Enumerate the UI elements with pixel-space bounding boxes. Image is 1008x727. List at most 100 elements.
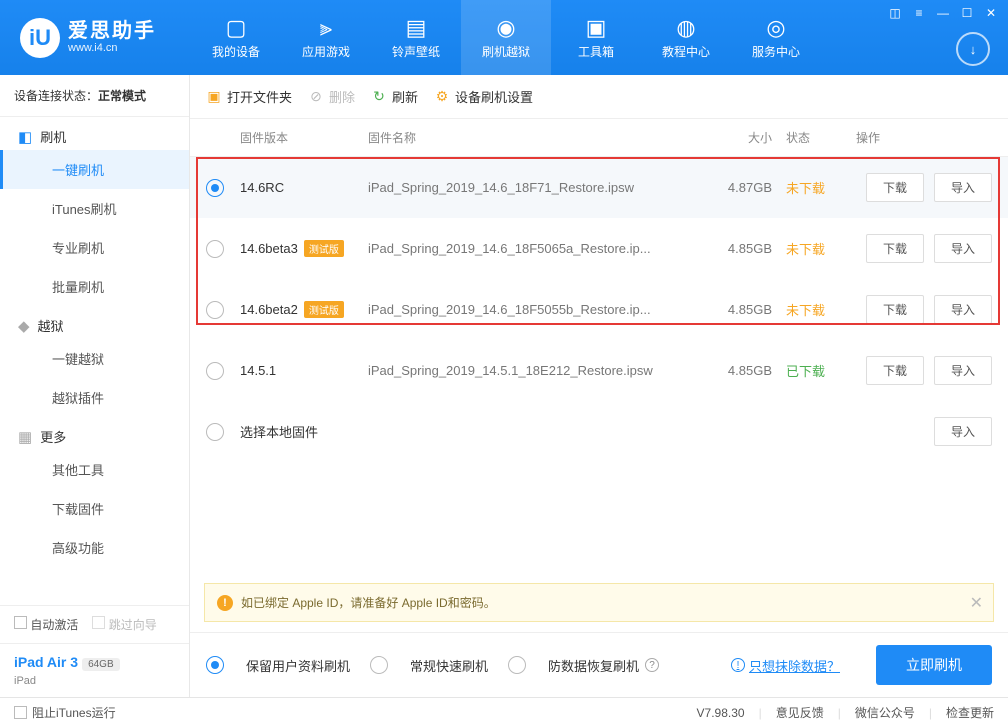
sidebar-item-other-tools[interactable]: 其他工具 [0, 450, 189, 489]
sidebar-group-jailbreak[interactable]: ◆越狱 [0, 306, 189, 339]
apple-id-notice: ! 如已绑定 Apple ID，请准备好 Apple ID和密码。 ✕ [204, 583, 994, 622]
table-row[interactable]: 14.6beta2测试版iPad_Spring_2019_14.6_18F505… [190, 279, 1008, 340]
sidebar-item-itunes-flash[interactable]: iTunes刷机 [0, 189, 189, 228]
flash-settings-button[interactable]: ⚙设备刷机设置 [434, 87, 533, 106]
row-ops: 下载导入 [842, 356, 992, 385]
nav-service[interactable]: ◎服务中心 [731, 0, 821, 75]
erase-data-link[interactable]: !只想抹除数据？ [731, 656, 840, 675]
table-row[interactable]: 14.6RCiPad_Spring_2019_14.6_18F71_Restor… [190, 157, 1008, 218]
nav-my-device[interactable]: ▢我的设备 [191, 0, 281, 75]
option-normal-flash[interactable]: 常规快速刷机 [370, 656, 488, 675]
nav-ringtones[interactable]: ▤铃声壁纸 [371, 0, 461, 75]
row-radio[interactable] [206, 362, 224, 380]
maximize-icon[interactable]: ☐ [958, 4, 976, 22]
window-controls: ◫ ≡ — ☐ ✕ [886, 4, 1000, 22]
sidebar-group-more[interactable]: ▦更多 [0, 417, 189, 450]
import-button[interactable]: 导入 [934, 295, 992, 324]
firmware-size: 4.87GB [702, 180, 772, 195]
firmware-name: iPad_Spring_2019_14.6_18F5055b_Restore.i… [368, 302, 702, 317]
table-header: 固件版本 固件名称 大小 状态 操作 [190, 119, 1008, 157]
col-version: 固件版本 [240, 129, 368, 146]
app-logo: iU 爱思助手 www.i4.cn [0, 18, 176, 58]
import-button[interactable]: 导入 [934, 356, 992, 385]
download-button[interactable]: 下载 [866, 173, 924, 202]
radio-icon [370, 656, 388, 674]
flash-icon: ◧ [18, 128, 32, 146]
help-icon[interactable]: ? [645, 658, 659, 672]
download-button[interactable]: 下载 [866, 234, 924, 263]
row-ops: 下载导入 [842, 234, 992, 263]
music-icon: ▤ [406, 15, 427, 41]
sidebar-item-download-firmware[interactable]: 下载固件 [0, 489, 189, 528]
close-icon[interactable]: ✕ [982, 4, 1000, 22]
open-folder-button[interactable]: ▣打开文件夹 [206, 87, 292, 106]
firmware-status: 已下载 [772, 361, 842, 380]
firmware-name: iPad_Spring_2019_14.5.1_18E212_Restore.i… [368, 363, 702, 378]
status-bar: 阻止iTunes运行 V7.98.30| 意见反馈| 微信公众号| 检查更新 [0, 697, 1008, 727]
option-anti-recovery[interactable]: 防数据恢复刷机? [508, 656, 659, 675]
minimize-icon[interactable]: — [934, 4, 952, 22]
shield-icon: ◉ [496, 15, 515, 41]
more-icon: ▦ [18, 428, 32, 446]
row-radio[interactable] [206, 240, 224, 258]
version-label: V7.98.30 [697, 706, 745, 720]
row-radio[interactable] [206, 301, 224, 319]
row-radio[interactable] [206, 179, 224, 197]
warning-icon: ! [217, 595, 233, 611]
nav-toolbox[interactable]: ▣工具箱 [551, 0, 641, 75]
device-name: iPad Air 3 [14, 654, 78, 670]
option-keep-data[interactable]: 保留用户资料刷机 [206, 656, 350, 675]
auto-activate-checkbox[interactable]: 自动激活 [14, 616, 78, 633]
sidebar-item-advanced[interactable]: 高级功能 [0, 528, 189, 567]
connection-status: 设备连接状态：正常模式 [0, 75, 189, 117]
firmware-name: iPad_Spring_2019_14.6_18F71_Restore.ipsw [368, 180, 702, 195]
row-radio[interactable] [206, 423, 224, 441]
firmware-status: 未下载 [772, 178, 842, 197]
feedback-link[interactable]: 意见反馈 [776, 704, 824, 721]
nav-flash[interactable]: ◉刷机越狱 [461, 0, 551, 75]
table-row[interactable]: 14.5.1iPad_Spring_2019_14.5.1_18E212_Res… [190, 340, 1008, 401]
block-itunes-checkbox[interactable]: 阻止iTunes运行 [14, 704, 116, 721]
download-button[interactable]: 下载 [866, 356, 924, 385]
skin-icon[interactable]: ◫ [886, 4, 904, 22]
folder-icon: ▣ [206, 89, 222, 105]
nav-tutorials[interactable]: ◍教程中心 [641, 0, 731, 75]
table-row[interactable]: 选择本地固件导入 [190, 401, 1008, 462]
logo-icon: iU [20, 18, 60, 58]
download-progress-icon[interactable]: ↓ [956, 32, 990, 66]
sidebar-item-oneclick-jb[interactable]: 一键越狱 [0, 339, 189, 378]
delete-button[interactable]: ⊘删除 [308, 87, 355, 106]
phone-icon: ▢ [226, 15, 247, 41]
row-ops: 下载导入 [842, 295, 992, 324]
row-ops: 下载导入 [842, 173, 992, 202]
radio-icon [206, 656, 224, 674]
sidebar-group-flash[interactable]: ◧刷机 [0, 117, 189, 150]
apps-icon: ⫸ [320, 15, 332, 41]
refresh-icon: ↻ [371, 89, 387, 105]
sidebar-item-jb-plugins[interactable]: 越狱插件 [0, 378, 189, 417]
skip-guide-checkbox[interactable]: 跳过向导 [92, 616, 156, 633]
notice-text: 如已绑定 Apple ID，请准备好 Apple ID和密码。 [241, 594, 496, 611]
import-button[interactable]: 导入 [934, 417, 992, 446]
check-update-link[interactable]: 检查更新 [946, 704, 994, 721]
sidebar-item-oneclick-flash[interactable]: 一键刷机 [0, 150, 189, 189]
refresh-button[interactable]: ↻刷新 [371, 87, 418, 106]
import-button[interactable]: 导入 [934, 234, 992, 263]
storage-badge: 64GB [82, 658, 120, 671]
wechat-link[interactable]: 微信公众号 [855, 704, 915, 721]
firmware-name: iPad_Spring_2019_14.6_18F5065a_Restore.i… [368, 241, 702, 256]
toolbar: ▣打开文件夹 ⊘删除 ↻刷新 ⚙设备刷机设置 [190, 75, 1008, 119]
sidebar-options: 自动激活 跳过向导 [0, 605, 189, 643]
import-button[interactable]: 导入 [934, 173, 992, 202]
nav-apps[interactable]: ⫸应用游戏 [281, 0, 371, 75]
notice-close-icon[interactable]: ✕ [970, 593, 983, 613]
flash-now-button[interactable]: 立即刷机 [876, 645, 992, 685]
firmware-version: 14.5.1 [240, 363, 368, 378]
firmware-size: 4.85GB [702, 302, 772, 317]
sidebar-item-batch-flash[interactable]: 批量刷机 [0, 267, 189, 306]
menu-icon[interactable]: ≡ [910, 4, 928, 22]
table-row[interactable]: 14.6beta3测试版iPad_Spring_2019_14.6_18F506… [190, 218, 1008, 279]
download-button[interactable]: 下载 [866, 295, 924, 324]
device-info[interactable]: iPad Air 364GB iPad [0, 643, 189, 697]
sidebar-item-pro-flash[interactable]: 专业刷机 [0, 228, 189, 267]
